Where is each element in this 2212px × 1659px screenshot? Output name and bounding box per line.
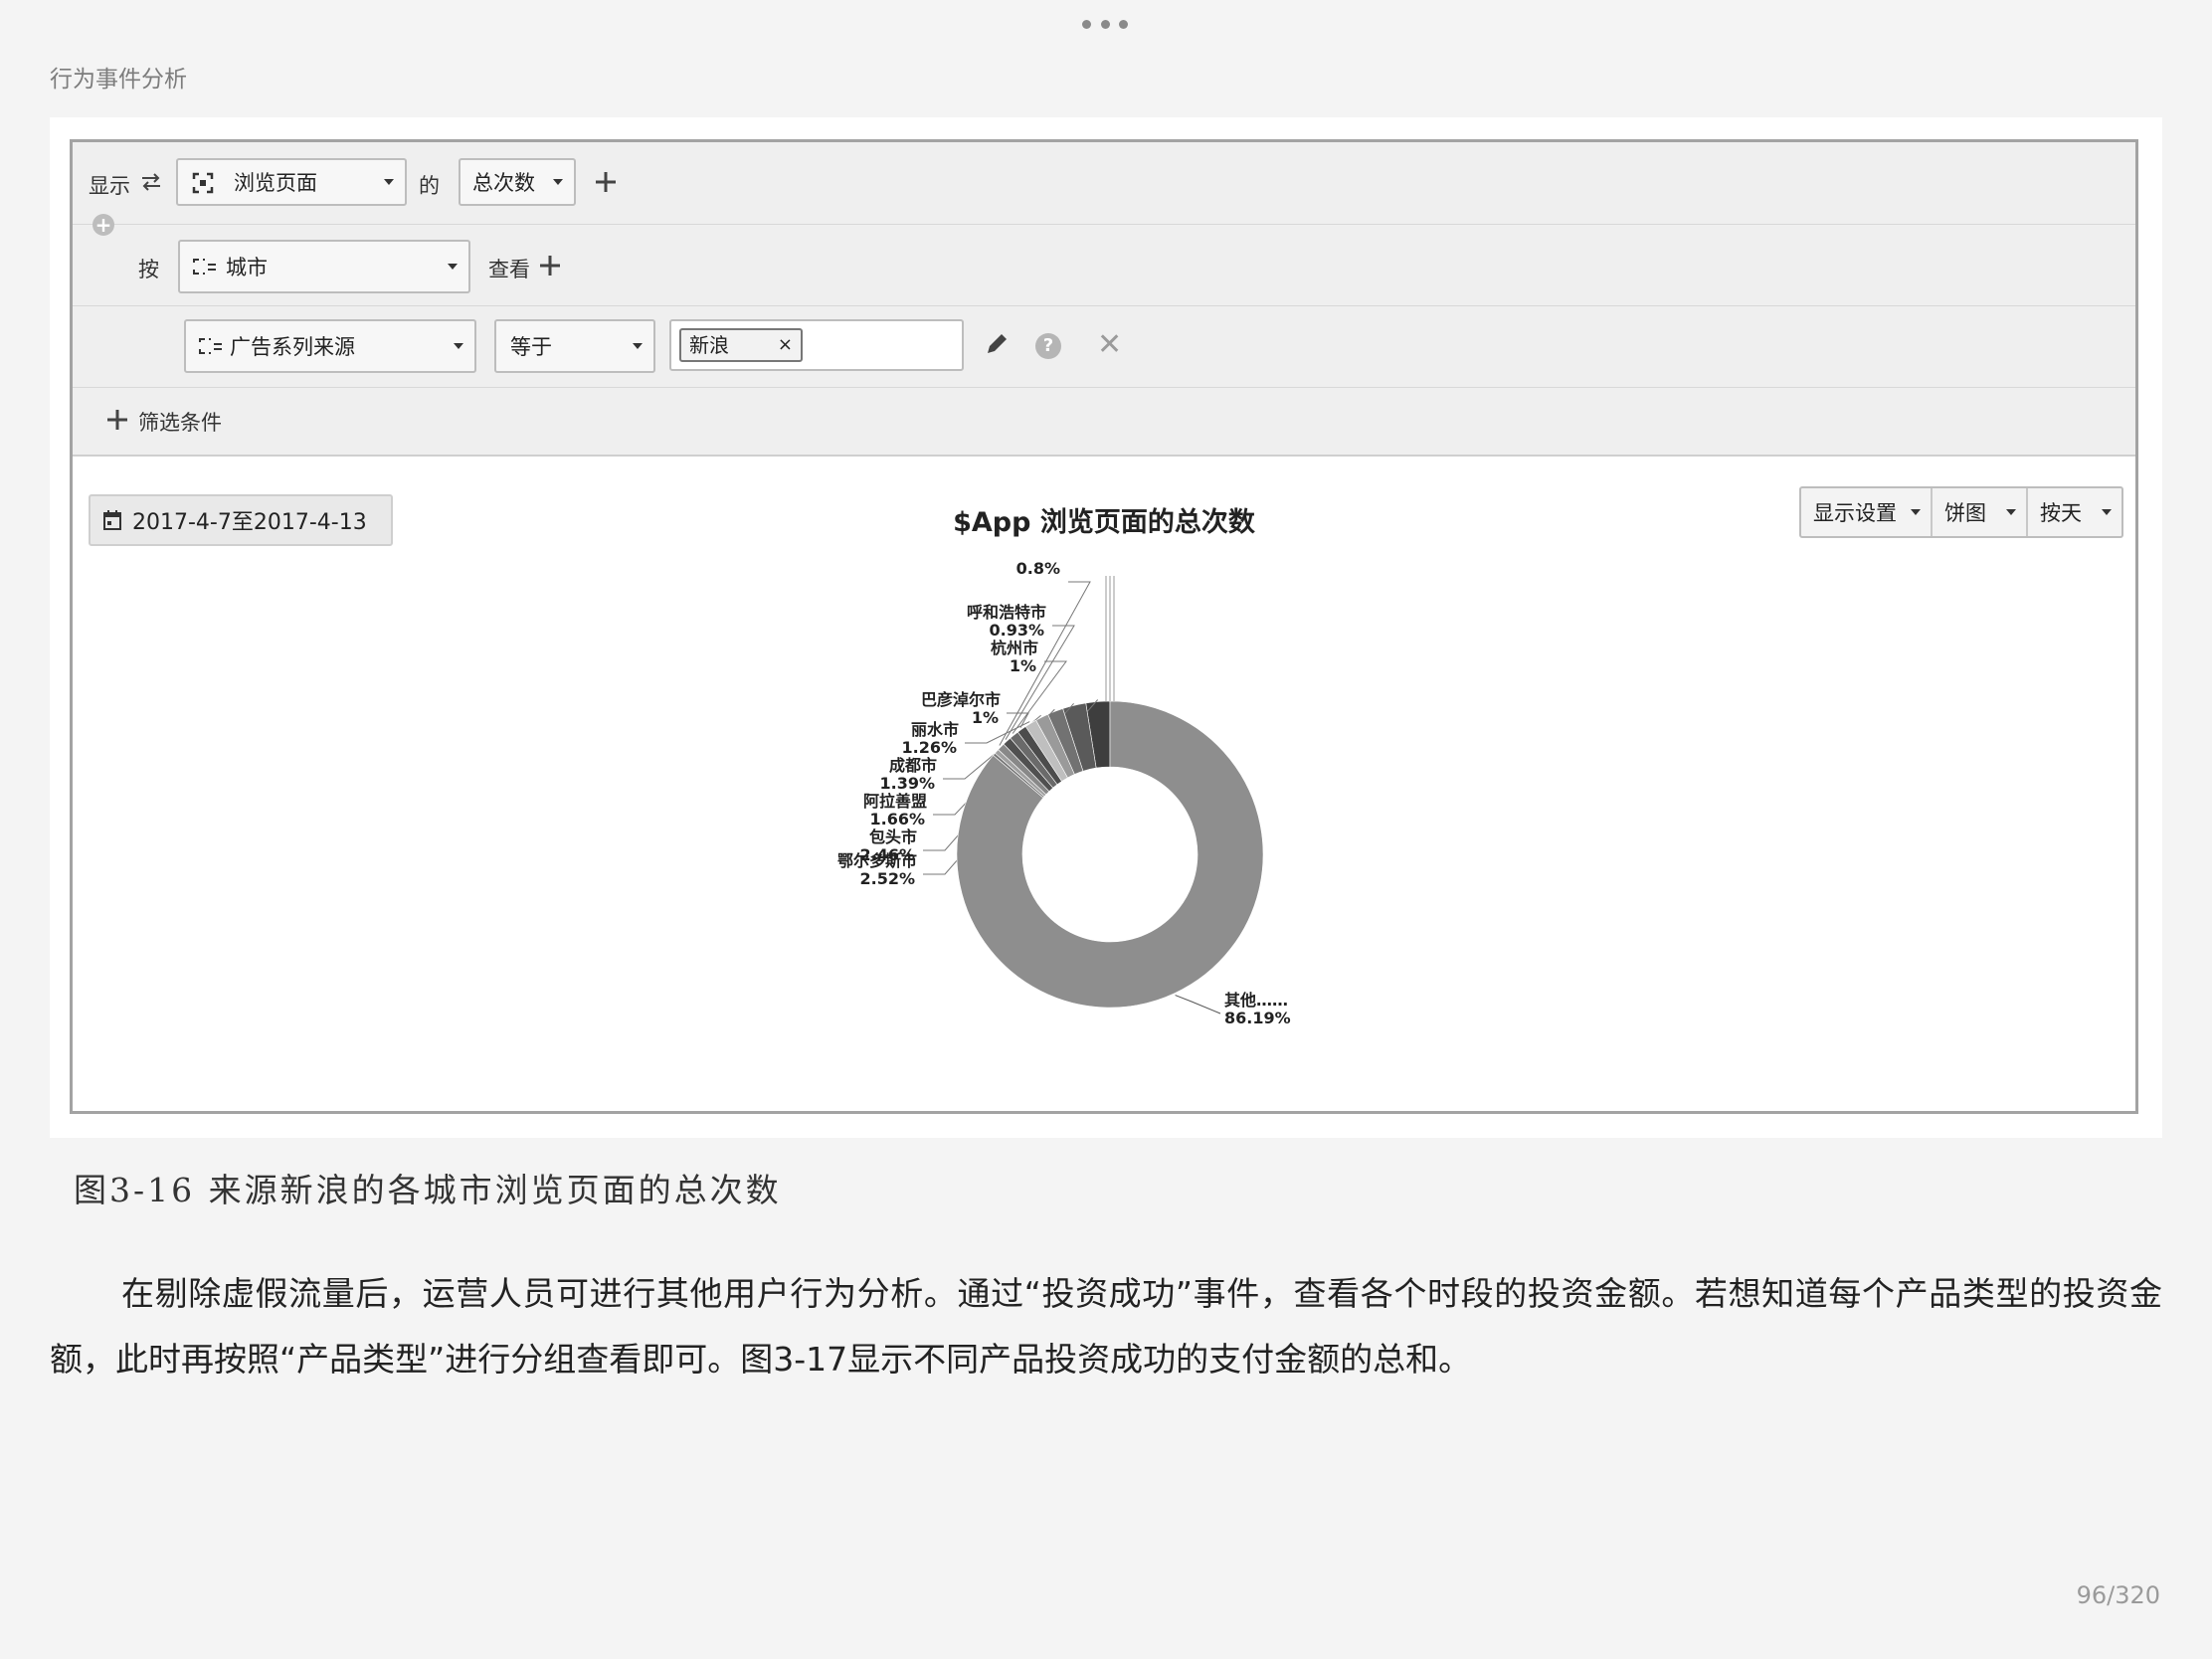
slice-label: 成都市 (889, 756, 937, 775)
slice-value-label: 0.8% (1016, 559, 1060, 578)
donut-chart: 鄂尔多斯市2.52%包头市2.46%阿拉善盟1.66%成都市1.39%丽水市1.… (837, 559, 1291, 1027)
slice-value-label: 86.19% (1224, 1009, 1291, 1027)
slice-value-label: 2.52% (859, 869, 915, 888)
body-paragraph: 在剔除虚假流量后，运营人员可进行其他用户行为分析。通过“投资成功”事件，查看各个… (50, 1274, 2162, 1379)
leader-line (1175, 995, 1221, 1014)
slice-value-label: 1.26% (901, 738, 957, 757)
slice-label: 其他…… (1224, 991, 1288, 1010)
slice-label: 巴彦淖尔市 (921, 690, 1001, 709)
slice-value-label: 2.46% (859, 845, 915, 864)
figure: 显示 浏览页面 的 总次数 + 按 城市 查看 广告系列来源 等于 新浪 × ?… (50, 117, 2162, 1138)
page-indicator: 96/320 (2076, 1581, 2160, 1609)
slice-label: 丽水市 (911, 720, 959, 739)
slice-label: 杭州市 (991, 639, 1038, 657)
figure-caption: 图3-16 来源新浪的各城市浏览页面的总次数 (74, 1171, 782, 1209)
slice-value-label: 0.93% (989, 621, 1044, 640)
book-title: 行为事件分析 (50, 67, 187, 92)
slice-value-label: 1% (972, 708, 999, 727)
slice-value-label: 1.39% (879, 774, 935, 793)
slice-label: 阿拉善盟 (863, 792, 927, 811)
slice-label: 包头市 (869, 828, 917, 846)
slice-label: 呼和浩特市 (967, 603, 1046, 622)
analysis-screenshot: 显示 浏览页面 的 总次数 + 按 城市 查看 广告系列来源 等于 新浪 × ?… (70, 139, 2138, 1114)
slice-value-label: 1.66% (869, 810, 925, 829)
slice-value-label: 1% (1010, 656, 1036, 675)
more-options-icon[interactable] (1082, 14, 1128, 34)
